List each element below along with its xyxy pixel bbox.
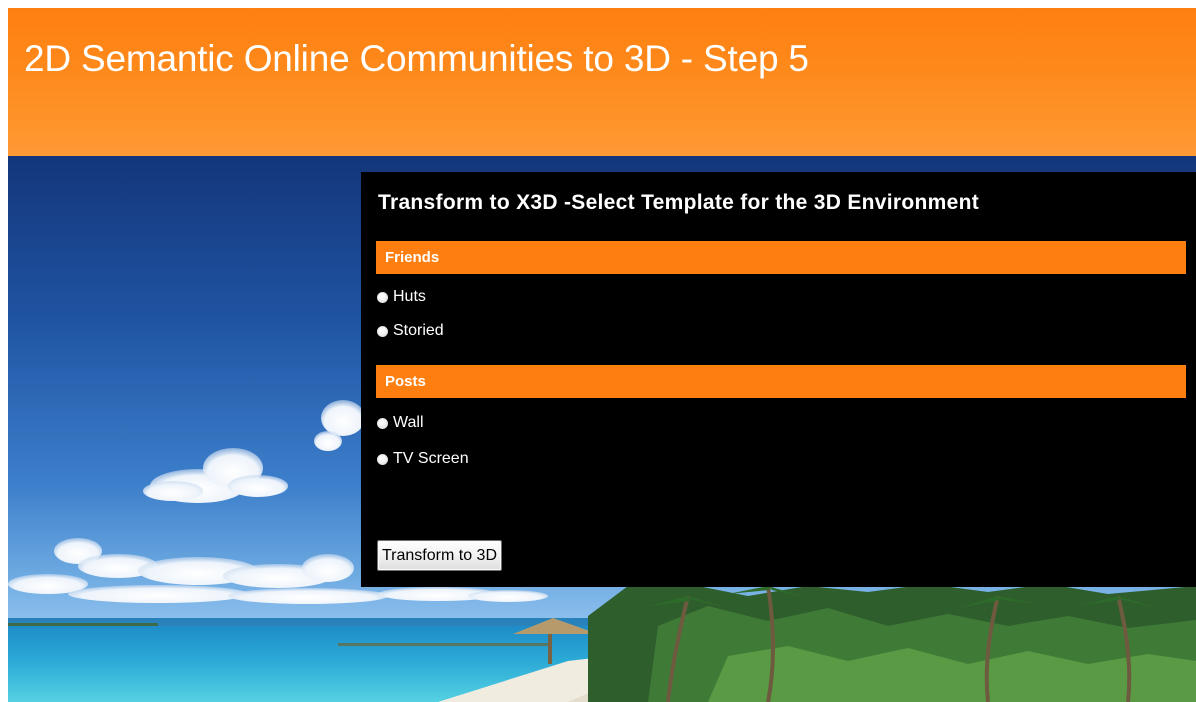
- panel-title: Transform to X3D -Select Template for th…: [378, 191, 980, 214]
- section-heading-posts: Posts: [385, 373, 426, 390]
- section-heading-friends: Friends: [385, 249, 440, 266]
- radio-tv-screen[interactable]: [377, 453, 388, 465]
- section-header-friends: Friends: [376, 241, 1186, 274]
- page-title: 2D Semantic Online Communities to 3D - S…: [24, 38, 809, 79]
- section-header-posts: Posts: [376, 365, 1186, 398]
- radio-storied[interactable]: [377, 325, 388, 337]
- option-wall[interactable]: Wall: [377, 413, 424, 433]
- option-huts[interactable]: Huts: [377, 287, 426, 307]
- option-label-wall: Wall: [393, 414, 424, 431]
- option-label-tv-screen: TV Screen: [393, 450, 469, 467]
- option-storied[interactable]: Storied: [377, 321, 444, 341]
- option-tv-screen[interactable]: TV Screen: [377, 449, 469, 469]
- option-label-huts: Huts: [393, 288, 426, 305]
- option-label-storied: Storied: [393, 322, 444, 339]
- transform-to-3d-button[interactable]: Transform to 3D: [377, 540, 502, 571]
- radio-wall[interactable]: [377, 417, 388, 429]
- page: 2D Semantic Online Communities to 3D - S…: [0, 0, 1196, 702]
- radio-huts[interactable]: [377, 291, 388, 303]
- template-selection-panel: Transform to X3D -Select Template for th…: [361, 172, 1196, 587]
- page-header: 2D Semantic Online Communities to 3D - S…: [8, 8, 1196, 156]
